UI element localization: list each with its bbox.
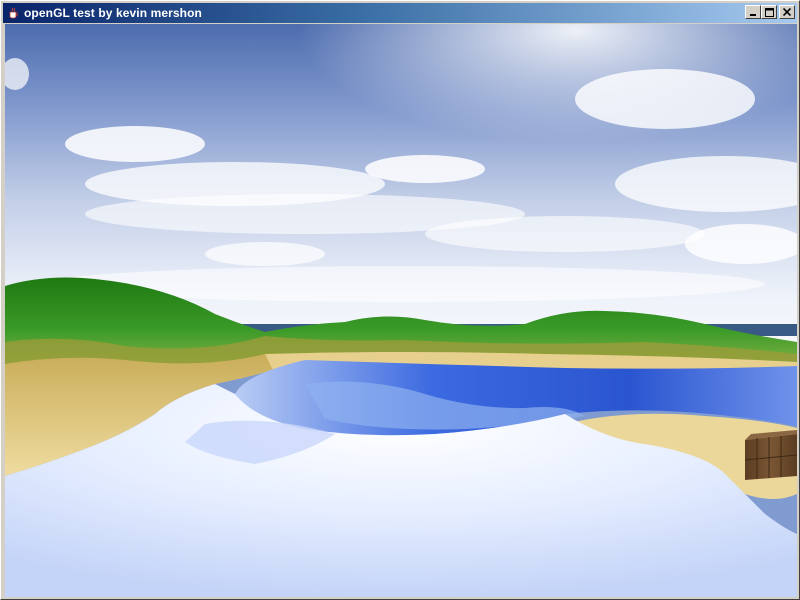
java-cup-icon [6, 6, 20, 20]
close-button[interactable] [779, 5, 795, 19]
window-controls [745, 5, 795, 19]
scene-canvas [5, 24, 797, 597]
opengl-viewport[interactable] [5, 24, 797, 597]
app-window: openGL test by kevin mershon [0, 0, 800, 600]
maximize-button[interactable] [761, 5, 777, 19]
maximize-icon [764, 7, 774, 17]
minimize-icon [750, 14, 756, 16]
window-title: openGL test by kevin mershon [24, 6, 202, 20]
minimize-button[interactable] [745, 5, 761, 19]
wooden-crate [744, 430, 797, 480]
title-bar[interactable]: openGL test by kevin mershon [3, 3, 797, 23]
close-icon [783, 8, 791, 16]
